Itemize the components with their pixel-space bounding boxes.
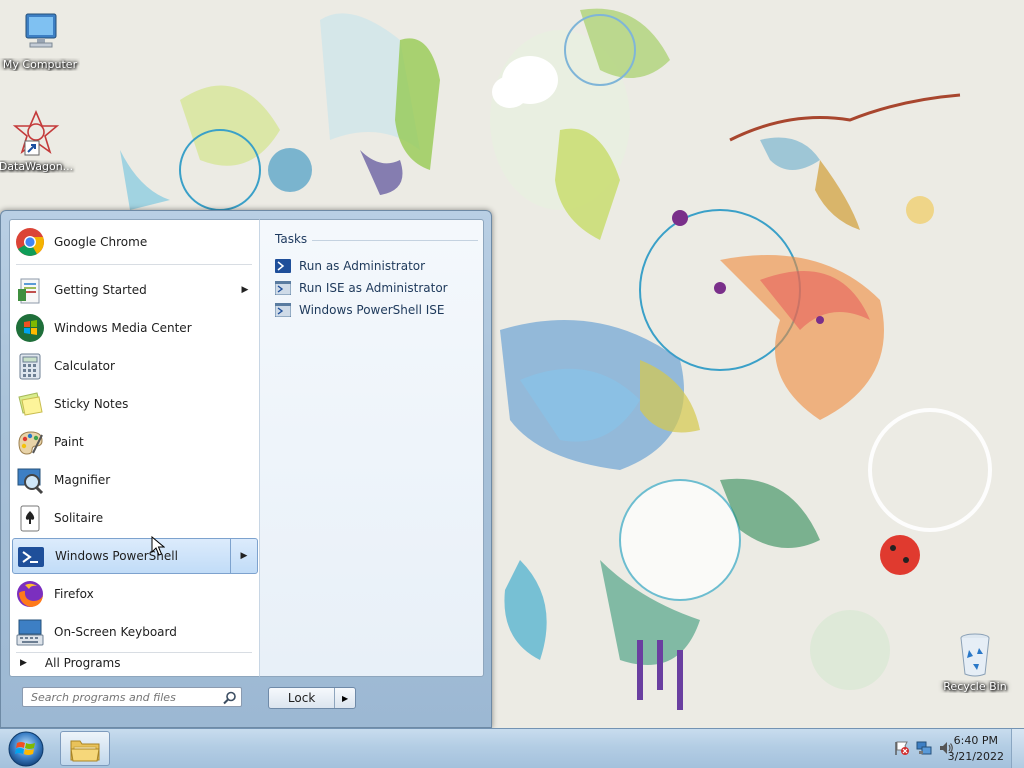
desktop-icon-label: Recycle Bin bbox=[943, 680, 1007, 693]
program-label: Google Chrome bbox=[54, 235, 148, 249]
program-label: Sticky Notes bbox=[54, 397, 129, 411]
program-firefox[interactable]: Firefox bbox=[12, 576, 258, 612]
desktop-icon-recycle-bin[interactable]: Recycle Bin bbox=[935, 630, 1015, 693]
taskbar: 6:40 PM 3/21/2022 bbox=[0, 728, 1024, 768]
task-run-ise-as-administrator[interactable]: Run ISE as Administrator bbox=[275, 278, 448, 298]
folder-icon bbox=[70, 740, 100, 761]
task-label: Run ISE as Administrator bbox=[299, 281, 448, 295]
system-tray bbox=[894, 740, 954, 756]
datawagon-icon bbox=[12, 110, 60, 156]
program-getting-started[interactable]: Getting Started ▶ bbox=[12, 272, 258, 308]
program-sticky-notes[interactable]: Sticky Notes bbox=[12, 386, 258, 422]
separator bbox=[312, 240, 478, 241]
calculator-icon bbox=[14, 350, 46, 382]
getting-started-icon bbox=[14, 274, 46, 306]
program-windows-media-center[interactable]: Windows Media Center bbox=[12, 310, 258, 346]
program-label: Paint bbox=[54, 435, 84, 449]
program-label: Getting Started bbox=[54, 283, 147, 297]
lock-button[interactable]: Lock ▶ bbox=[268, 687, 356, 709]
start-button-windows-icon[interactable] bbox=[4, 730, 48, 768]
play-arrow-icon: ▶ bbox=[20, 658, 27, 668]
recycle-bin-icon bbox=[960, 633, 990, 677]
paint-icon bbox=[14, 426, 46, 458]
desktop-icon-datawagon[interactable]: DataWagon... bbox=[0, 110, 76, 173]
powershell-ise-icon bbox=[275, 281, 291, 295]
program-on-screen-keyboard[interactable]: On-Screen Keyboard bbox=[12, 614, 258, 650]
desktop-icon-my-computer[interactable]: My Computer bbox=[0, 8, 80, 71]
separator bbox=[16, 264, 252, 265]
task-label: Run as Administrator bbox=[299, 259, 426, 273]
program-label: On-Screen Keyboard bbox=[54, 625, 177, 639]
task-label: Windows PowerShell ISE bbox=[299, 303, 445, 317]
program-google-chrome[interactable]: Google Chrome bbox=[12, 224, 258, 260]
all-programs-label: All Programs bbox=[44, 656, 121, 670]
submenu-arrow-icon[interactable]: ▶ bbox=[230, 539, 257, 573]
program-solitaire[interactable]: Solitaire bbox=[12, 500, 258, 536]
power-options-arrow-icon[interactable]: ▶ bbox=[334, 688, 355, 708]
all-programs-button[interactable]: ▶ All Programs bbox=[12, 651, 258, 675]
chrome-icon bbox=[14, 226, 46, 258]
program-paint[interactable]: Paint bbox=[12, 424, 258, 460]
program-label: Firefox bbox=[54, 587, 94, 601]
start-menu-programs-pane: Google Chrome Getting Started ▶ Windows … bbox=[9, 219, 260, 677]
mouse-cursor-icon bbox=[151, 536, 165, 556]
network-icon[interactable] bbox=[916, 740, 932, 756]
clock-time: 6:40 PM bbox=[953, 734, 998, 747]
search-box[interactable] bbox=[22, 687, 242, 707]
taskbar-windows-explorer-button[interactable] bbox=[60, 731, 110, 766]
show-desktop-button[interactable] bbox=[1011, 729, 1024, 768]
program-calculator[interactable]: Calculator bbox=[12, 348, 258, 384]
desktop-icon-label: DataWagon... bbox=[0, 160, 74, 173]
media-center-icon bbox=[14, 312, 46, 344]
desktop-icon-label: My Computer bbox=[2, 58, 78, 71]
powershell-icon bbox=[15, 540, 47, 572]
start-menu: Google Chrome Getting Started ▶ Windows … bbox=[0, 210, 492, 728]
clock-date: 3/21/2022 bbox=[947, 750, 1004, 763]
program-windows-powershell[interactable]: Windows PowerShell ▶ bbox=[12, 538, 258, 574]
jump-list-pane: Tasks Run as Administrator Run ISE as Ad… bbox=[259, 219, 484, 677]
program-label: Solitaire bbox=[54, 511, 104, 525]
program-label: Calculator bbox=[54, 359, 115, 373]
powershell-ise-icon bbox=[275, 303, 291, 317]
keyboard-icon bbox=[14, 616, 46, 648]
program-label: Windows Media Center bbox=[54, 321, 192, 335]
computer-icon bbox=[25, 13, 57, 48]
action-center-flag-icon[interactable] bbox=[894, 740, 910, 756]
submenu-arrow-icon[interactable]: ▶ bbox=[232, 272, 258, 308]
search-input[interactable] bbox=[29, 689, 223, 705]
magnifier-icon bbox=[14, 464, 46, 496]
search-icon[interactable] bbox=[223, 691, 237, 705]
program-magnifier[interactable]: Magnifier bbox=[12, 462, 258, 498]
powershell-icon bbox=[275, 259, 291, 273]
task-run-as-administrator[interactable]: Run as Administrator bbox=[275, 256, 425, 276]
jump-list-title: Tasks bbox=[275, 232, 308, 246]
lock-label: Lock bbox=[287, 691, 316, 705]
sticky-notes-icon bbox=[14, 388, 46, 420]
program-label: Magnifier bbox=[54, 473, 111, 487]
firefox-icon bbox=[14, 578, 46, 610]
solitaire-icon bbox=[14, 502, 46, 534]
taskbar-clock[interactable]: 6:40 PM 3/21/2022 bbox=[948, 733, 1004, 765]
task-windows-powershell-ise[interactable]: Windows PowerShell ISE bbox=[275, 300, 445, 320]
